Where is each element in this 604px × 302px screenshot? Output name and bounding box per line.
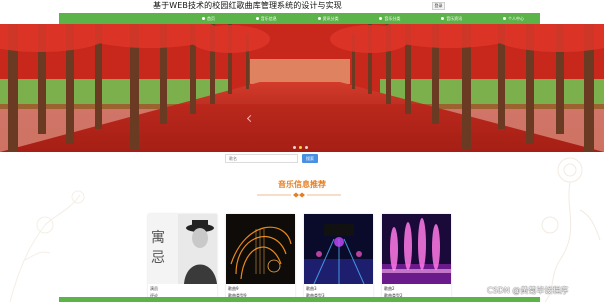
carousel-indicators — [293, 146, 308, 149]
nav-item-label: 音乐信息 — [260, 16, 277, 21]
banner-image — [0, 24, 604, 152]
nav-item-news-category[interactable]: 资讯分类 — [317, 16, 339, 21]
nav-item-label: 音乐资讯 — [446, 16, 463, 21]
page: 基于WEB技术的校园红歌曲库管理系统的设计与实现 登录 首页 音乐信息 资讯分类… — [0, 0, 604, 302]
nav-item-music-news[interactable]: 音乐资讯 — [441, 16, 462, 21]
floral-decoration — [541, 157, 601, 302]
music-card[interactable]: 歌曲3 歌曲类型3 — [304, 214, 373, 302]
site-title: 基于WEB技术的校园红歌曲库管理系统的设计与实现 — [153, 1, 342, 10]
search-bar: 搜索 — [225, 154, 318, 163]
music-card-title: 歌曲2 — [384, 286, 395, 291]
music-card-title: 歌曲9 — [228, 286, 239, 291]
svg-text:忌: 忌 — [151, 250, 165, 266]
music-card-image — [304, 214, 373, 284]
music-card-image — [382, 214, 451, 284]
nav-item-label: 个人中心 — [507, 16, 524, 21]
nav-item-home[interactable]: 首页 — [202, 16, 215, 21]
main-nav: 首页 音乐信息 资讯分类 音乐分类 音乐资讯 个人中心 — [59, 13, 540, 24]
nav-item-user-center[interactable]: 个人中心 — [502, 16, 524, 21]
music-card-title: 歌曲3 — [306, 286, 317, 291]
nav-item-music-info[interactable]: 音乐信息 — [255, 16, 277, 21]
music-card[interactable]: 寓 忌 演员 评论 — [148, 214, 217, 302]
search-button[interactable]: 搜索 — [302, 154, 318, 163]
nav-item-label: 资讯分类 — [322, 16, 339, 21]
title-divider-icon — [257, 192, 341, 198]
music-card-title: 演员 — [150, 286, 158, 291]
music-card-image — [226, 214, 295, 284]
footer-bar — [59, 297, 540, 302]
news-icon — [317, 17, 321, 20]
carousel-dot[interactable] — [299, 146, 302, 149]
search-input[interactable] — [225, 154, 298, 163]
category-icon — [379, 17, 383, 20]
carousel-dot[interactable] — [293, 146, 296, 149]
login-button[interactable]: 登录 — [432, 2, 445, 10]
site-header: 基于WEB技术的校园红歌曲库管理系统的设计与实现 登录 — [0, 0, 604, 13]
nav-item-label: 音乐分类 — [384, 16, 401, 21]
music-icon — [255, 17, 259, 20]
user-icon — [502, 17, 506, 20]
banner-carousel[interactable] — [0, 24, 604, 152]
watermark-text: CSDN @黄菊毕设程序 — [487, 286, 569, 295]
nav-item-label: 首页 — [207, 16, 215, 21]
music-card[interactable]: 歌曲9 歌曲类型9 — [226, 214, 295, 302]
music-card-image: 寓 忌 — [148, 214, 217, 284]
carousel-dot[interactable] — [305, 146, 308, 149]
music-card[interactable]: 歌曲2 歌曲类型2 — [382, 214, 451, 302]
info-icon — [441, 17, 445, 20]
home-icon — [202, 17, 205, 20]
section-title: 音乐信息推荐 — [278, 180, 326, 189]
nav-item-music-category[interactable]: 音乐分类 — [379, 16, 400, 21]
svg-text:寓: 寓 — [151, 229, 165, 246]
music-card-list: 寓 忌 演员 评论 歌曲9 歌曲类型9 歌曲3 歌曲类型3 歌曲2 歌曲类型2 — [148, 214, 451, 302]
